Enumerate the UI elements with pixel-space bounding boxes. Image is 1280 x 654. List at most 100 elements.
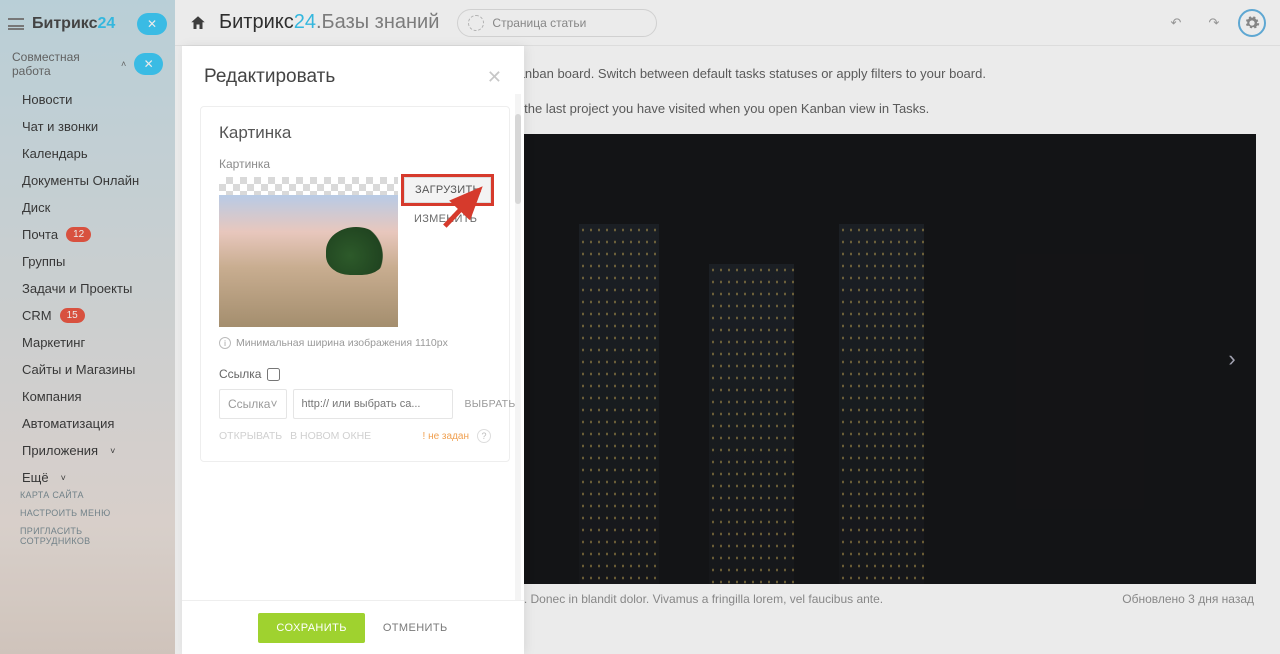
cancel-button[interactable]: ОТМЕНИТЬ xyxy=(383,622,448,634)
field-label: Картинка xyxy=(219,157,491,171)
link-invite[interactable]: ПРИГЛАСИТЬ СОТРУДНИКОВ xyxy=(20,526,155,546)
menu-icon[interactable] xyxy=(8,18,24,30)
sidebar-item-apps[interactable]: Приложения ˅ xyxy=(0,437,175,464)
decorative-building xyxy=(709,264,794,584)
sidebar-menu: Новости Чат и звонки Календарь Документы… xyxy=(0,86,175,491)
logo-text-2: 24 xyxy=(97,15,115,32)
choose-button[interactable]: ВЫБРАТЬ xyxy=(459,389,522,419)
sidebar-item-groups[interactable]: Группы xyxy=(0,248,175,275)
link-label: Ссылка xyxy=(219,367,261,381)
page-type-label: Страница статьи xyxy=(492,16,586,30)
sidebar-item-chat[interactable]: Чат и звонки xyxy=(0,113,175,140)
edit-modal: Редактировать ✕ Картинка Картинка ЗАГРУЗ… xyxy=(182,46,524,654)
sidebar-footer-links: КАРТА САЙТА НАСТРОИТЬ МЕНЮ ПРИГЛАСИТЬ СО… xyxy=(0,490,175,554)
sidebar-item-label: Задачи и Проекты xyxy=(22,281,132,296)
modal-title: Редактировать xyxy=(204,66,335,88)
sidebar-item-label: Группы xyxy=(22,254,65,269)
warning-text: ! не задан xyxy=(423,431,469,442)
app-logo: Битрикс24 xyxy=(32,15,115,33)
link-row: Ссылка xyxy=(219,367,491,381)
sidebar-item-label: Сайты и Магазины xyxy=(22,362,135,377)
badge-count: 15 xyxy=(60,308,85,323)
help-icon[interactable]: ? xyxy=(477,429,491,443)
save-button[interactable]: СОХРАНИТЬ xyxy=(258,613,364,643)
sidebar-item-label: Чат и звонки xyxy=(22,119,98,134)
sidebar-item-label: Календарь xyxy=(22,146,88,161)
sidebar-item-label: Новости xyxy=(22,92,72,107)
sidebar-item-label: Ещё xyxy=(22,470,49,485)
info-icon: i xyxy=(219,337,231,349)
open-label: ОТКРЫВАТЬ xyxy=(219,430,282,442)
redo-button[interactable]: ↷ xyxy=(1200,9,1228,37)
hint-text: Минимальная ширина изображения 1110px xyxy=(236,337,448,349)
sidebar-item-docs[interactable]: Документы Онлайн xyxy=(0,167,175,194)
sidebar-item-marketing[interactable]: Маркетинг xyxy=(0,329,175,356)
article-updated: Обновлено 3 дня назад xyxy=(1122,592,1254,606)
badge-count: 12 xyxy=(66,227,91,242)
sidebar-item-label: Документы Онлайн xyxy=(22,173,139,188)
gear-icon xyxy=(1244,15,1260,31)
link-checkbox[interactable] xyxy=(267,368,280,381)
sidebar-item-label: CRM xyxy=(22,308,52,323)
sidebar-item-crm[interactable]: CRM 15 xyxy=(0,302,175,329)
undo-button[interactable]: ↶ xyxy=(1162,9,1190,37)
section-title: Совместная работа xyxy=(12,50,117,78)
preview-photo xyxy=(219,195,398,327)
collapse-sidebar-button[interactable]: ✕ xyxy=(137,13,167,35)
image-preview-row: ЗАГРУЗИТЬ ИЗМЕНИТЬ xyxy=(219,177,491,327)
settings-button[interactable] xyxy=(1238,9,1266,37)
sidebar-item-label: Приложения xyxy=(22,443,98,458)
select-value: Ссылка xyxy=(228,397,270,411)
sidebar-item-automation[interactable]: Автоматизация xyxy=(0,410,175,437)
hint-row: i Минимальная ширина изображения 1110px xyxy=(219,337,491,349)
link-configure-menu[interactable]: НАСТРОИТЬ МЕНЮ xyxy=(20,508,155,518)
logo-text-1: Битрикс xyxy=(32,15,97,32)
chevron-up-icon: ˄ xyxy=(121,59,126,69)
modal-footer: СОХРАНИТЬ ОТМЕНИТЬ xyxy=(182,600,524,654)
left-sidebar: Битрикс24 ✕ Совместная работа ˄ ✕ Новост… xyxy=(0,0,175,654)
sidebar-item-mail[interactable]: Почта 12 xyxy=(0,221,175,248)
edit-image-button[interactable]: ИЗМЕНИТЬ xyxy=(404,207,491,231)
sidebar-item-label: Компания xyxy=(22,389,82,404)
carousel-next-button[interactable]: › xyxy=(1216,343,1248,375)
title-part: .Базы знаний xyxy=(316,11,439,33)
open-mode: В НОВОМ ОКНЕ xyxy=(290,430,371,442)
title-part: 24 xyxy=(294,11,316,33)
sidebar-item-more[interactable]: Ещё ˅ xyxy=(0,464,175,491)
modal-body: Картинка Картинка ЗАГРУЗИТЬ ИЗМЕНИТЬ i М… xyxy=(182,94,524,600)
modal-header: Редактировать ✕ xyxy=(182,46,524,94)
chevron-down-icon: ˅ xyxy=(61,473,66,483)
upload-button[interactable]: ЗАГРУЗИТЬ xyxy=(404,177,491,203)
chevron-down-icon: ˅ xyxy=(110,446,115,456)
image-buttons: ЗАГРУЗИТЬ ИЗМЕНИТЬ xyxy=(404,177,491,231)
sidebar-item-calendar[interactable]: Календарь xyxy=(0,140,175,167)
logo-row: Битрикс24 ✕ xyxy=(0,6,175,42)
sidebar-item-tasks[interactable]: Задачи и Проекты xyxy=(0,275,175,302)
card-title: Картинка xyxy=(219,123,491,143)
sidebar-item-news[interactable]: Новости xyxy=(0,86,175,113)
page-type-selector[interactable]: Страница статьи xyxy=(457,9,657,37)
page-title: Битрикс24.Базы знаний xyxy=(219,11,439,34)
open-mode-row: ОТКРЫВАТЬ В НОВОМ ОКНЕ ! не задан ? xyxy=(219,429,491,443)
topbar-actions: ↶ ↷ xyxy=(1162,9,1266,37)
title-part: Битрикс xyxy=(219,11,294,33)
link-controls: Ссылка ˅ ВЫБРАТЬ xyxy=(219,389,491,419)
image-card: Картинка Картинка ЗАГРУЗИТЬ ИЗМЕНИТЬ i М… xyxy=(200,106,510,462)
sidebar-item-label: Маркетинг xyxy=(22,335,85,350)
sidebar-item-sites[interactable]: Сайты и Магазины xyxy=(0,356,175,383)
image-preview[interactable] xyxy=(219,177,398,327)
sidebar-item-company[interactable]: Компания xyxy=(0,383,175,410)
section-close-button[interactable]: ✕ xyxy=(134,53,163,75)
decorative-building xyxy=(579,224,659,584)
sidebar-item-label: Почта xyxy=(22,227,58,242)
link-type-select[interactable]: Ссылка ˅ xyxy=(219,389,287,419)
decorative-building xyxy=(839,224,924,584)
close-icon[interactable]: ✕ xyxy=(487,67,502,88)
home-icon[interactable] xyxy=(189,14,207,32)
url-input[interactable] xyxy=(293,389,453,419)
top-bar: Битрикс24.Базы знаний Страница статьи ↶ … xyxy=(175,0,1280,46)
scrollbar-thumb[interactable] xyxy=(515,114,521,204)
section-header[interactable]: Совместная работа ˄ ✕ xyxy=(0,42,175,86)
link-sitemap[interactable]: КАРТА САЙТА xyxy=(20,490,155,500)
sidebar-item-disk[interactable]: Диск xyxy=(0,194,175,221)
